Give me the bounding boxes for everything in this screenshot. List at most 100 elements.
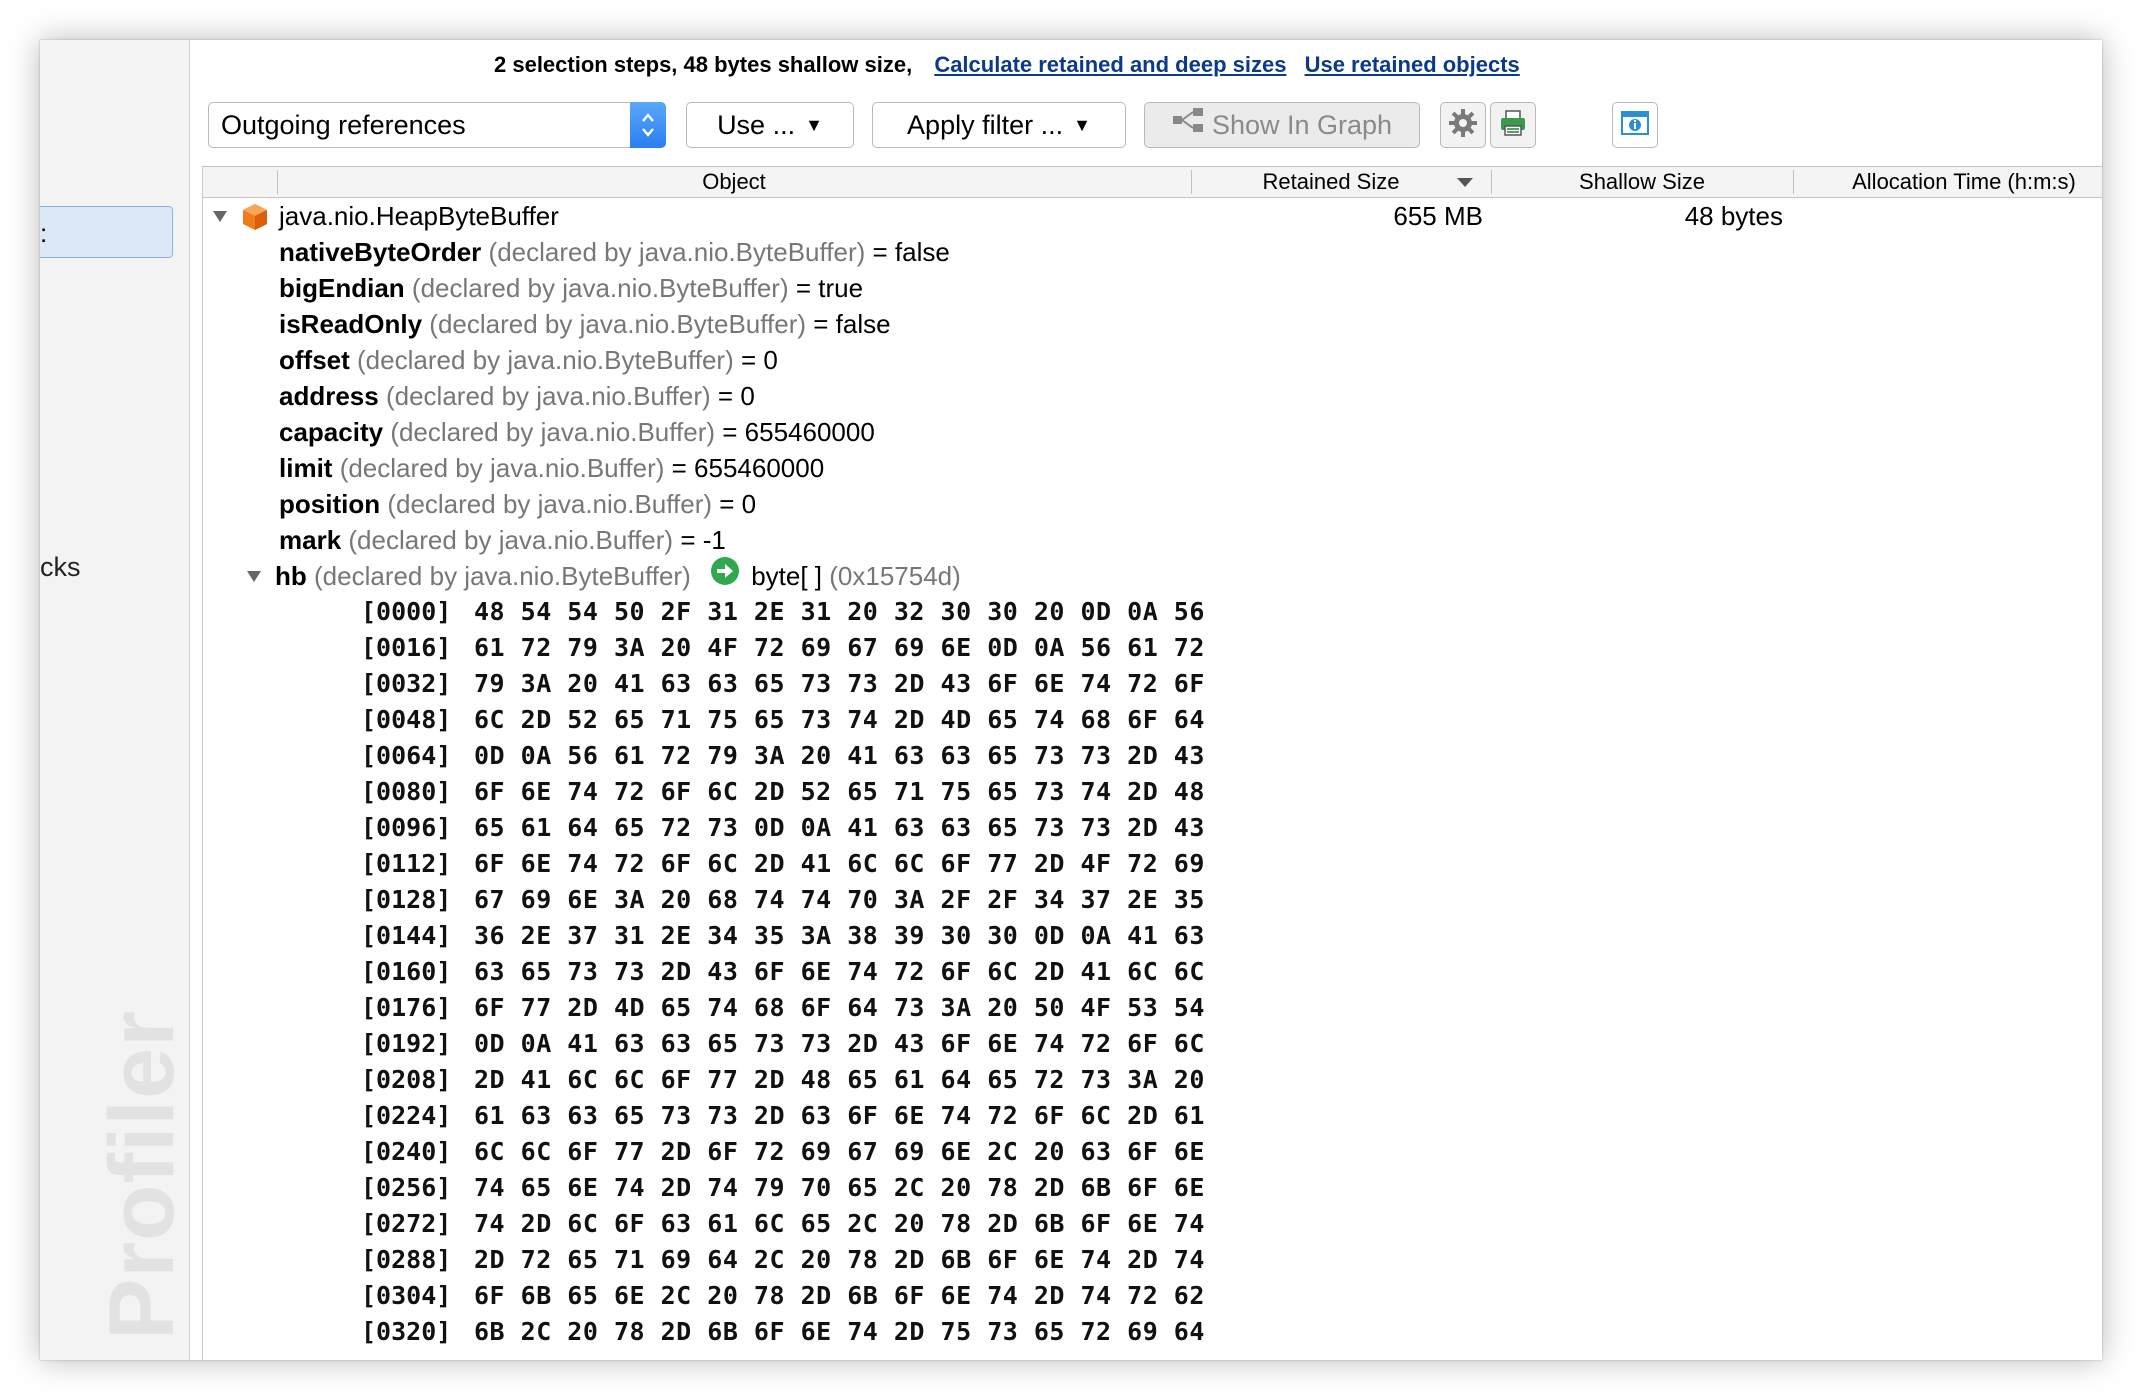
hex-bytes: 67 69 6E 3A 20 68 74 74 70 3A 2F 2F 34 3…	[474, 885, 1205, 914]
sidebar: : cks Profiler	[40, 40, 190, 1360]
hex-offset: [0304]	[361, 1281, 452, 1310]
field-value: = true	[795, 273, 864, 303]
references-table: Object Retained Size Shallow Size Alloca…	[202, 166, 2102, 1360]
hex-offset: [0208]	[361, 1065, 452, 1094]
hex-offset: [0080]	[361, 777, 452, 806]
hex-row[interactable]: [0112] 6F 6E 74 72 6F 6C 2D 41 6C 6C 6F 7…	[203, 846, 2102, 882]
hex-offset: [0144]	[361, 921, 452, 950]
hex-row[interactable]: [0192] 0D 0A 41 63 63 65 73 73 2D 43 6F 6…	[203, 1026, 2102, 1062]
hex-row[interactable]: [0224] 61 63 63 65 73 73 2D 63 6F 6E 74 7…	[203, 1098, 2102, 1134]
table-row-field[interactable]: nativeByteOrder (declared by java.nio.By…	[203, 234, 2102, 270]
sidebar-item-partial[interactable]: cks	[40, 552, 81, 583]
table-row-hb[interactable]: hb (declared by java.nio.ByteBuffer) byt…	[203, 556, 2102, 595]
hex-offset: [0320]	[361, 1317, 452, 1346]
hex-bytes: 6F 6E 74 72 6F 6C 2D 41 6C 6C 6F 77 2D 4…	[474, 849, 1205, 878]
hex-bytes: 2D 41 6C 6C 6F 77 2D 48 65 61 64 65 72 7…	[474, 1065, 1205, 1094]
chevron-down-icon: ▼	[1073, 115, 1091, 135]
hex-row[interactable]: [0032] 79 3A 20 41 63 63 65 73 73 2D 43 6…	[203, 666, 2102, 702]
export-button[interactable]	[1490, 102, 1536, 148]
column-shallow-size[interactable]: Shallow Size	[1492, 167, 1792, 197]
hex-row[interactable]: [0272] 74 2D 6C 6F 63 61 6C 65 2C 20 78 2…	[203, 1206, 2102, 1242]
calculate-retained-link[interactable]: Calculate retained and deep sizes	[934, 52, 1286, 77]
table-row-field[interactable]: limit (declared by java.nio.Buffer) = 65…	[203, 450, 2102, 486]
field-declared-by: (declared by java.nio.Buffer)	[387, 489, 713, 519]
hex-bytes: 0D 0A 56 61 72 79 3A 20 41 63 63 65 73 7…	[474, 741, 1205, 770]
hex-bytes: 74 65 6E 74 2D 74 79 70 65 2C 20 78 2D 6…	[474, 1173, 1205, 1202]
hex-row[interactable]: [0160] 63 65 73 73 2D 43 6F 6E 74 72 6F 6…	[203, 954, 2102, 990]
hex-offset: [0160]	[361, 957, 452, 986]
hex-offset: [0224]	[361, 1101, 452, 1130]
table-row-field[interactable]: position (declared by java.nio.Buffer) =…	[203, 486, 2102, 522]
hex-offset: [0128]	[361, 885, 452, 914]
field-name: offset	[279, 345, 350, 375]
hex-offset: [0256]	[361, 1173, 452, 1202]
apply-filter-button[interactable]: Apply filter ... ▼	[872, 102, 1126, 148]
reference-arrow-icon	[710, 556, 740, 595]
hex-offset: [0112]	[361, 849, 452, 878]
hex-dump: [0000] 48 54 54 50 2F 31 2E 31 20 32 30 3…	[203, 594, 2102, 1350]
use-button[interactable]: Use ... ▼	[686, 102, 854, 148]
hex-bytes: 61 72 79 3A 20 4F 72 69 67 69 6E 0D 0A 5…	[474, 633, 1205, 662]
field-name: mark	[279, 525, 342, 555]
sidebar-selected-item[interactable]: :	[40, 206, 173, 258]
hex-row[interactable]: [0064] 0D 0A 56 61 72 79 3A 20 41 63 63 6…	[203, 738, 2102, 774]
hex-row[interactable]: [0256] 74 65 6E 74 2D 74 79 70 65 2C 20 7…	[203, 1170, 2102, 1206]
table-row-field[interactable]: offset (declared by java.nio.ByteBuffer)…	[203, 342, 2102, 378]
hex-offset: [0000]	[361, 597, 452, 626]
hex-row[interactable]: [0048] 6C 2D 52 65 71 75 65 73 74 2D 4D 6…	[203, 702, 2102, 738]
hex-row[interactable]: [0240] 6C 6C 6F 77 2D 6F 72 69 67 69 6E 2…	[203, 1134, 2102, 1170]
field-name: isReadOnly	[279, 309, 423, 339]
hex-offset: [0176]	[361, 993, 452, 1022]
info-button[interactable]	[1612, 102, 1658, 148]
use-retained-objects-link[interactable]: Use retained objects	[1305, 52, 1520, 77]
hex-bytes: 6F 77 2D 4D 65 74 68 6F 64 73 3A 20 50 4…	[474, 993, 1205, 1022]
hex-row[interactable]: [0288] 2D 72 65 71 69 64 2C 20 78 2D 6B 6…	[203, 1242, 2102, 1278]
table-row-field[interactable]: capacity (declared by java.nio.Buffer) =…	[203, 414, 2102, 450]
table-row-field[interactable]: isReadOnly (declared by java.nio.ByteBuf…	[203, 306, 2102, 342]
field-declared-by: (declared by java.nio.ByteBuffer)	[411, 273, 789, 303]
chevron-down-icon: ▼	[805, 115, 823, 135]
hex-bytes: 2D 72 65 71 69 64 2C 20 78 2D 6B 6F 6E 7…	[474, 1245, 1205, 1274]
select-arrows-icon	[630, 102, 666, 148]
table-row-root[interactable]: java.nio.HeapByteBuffer 655 MB 48 bytes …	[203, 198, 2102, 234]
field-name: address	[279, 381, 379, 411]
hex-row[interactable]: [0144] 36 2E 37 31 2E 34 35 3A 38 39 30 3…	[203, 918, 2102, 954]
settings-button[interactable]	[1440, 102, 1486, 148]
table-row-field[interactable]: bigEndian (declared by java.nio.ByteBuff…	[203, 270, 2102, 306]
table-row-field[interactable]: address (declared by java.nio.Buffer) = …	[203, 378, 2102, 414]
column-allocation-time[interactable]: Allocation Time (h:m:s)	[1794, 167, 2102, 197]
hex-offset: [0016]	[361, 633, 452, 662]
field-declared-by: (declared by java.nio.Buffer)	[339, 453, 665, 483]
hb-address: (0x15754d)	[829, 561, 961, 591]
field-list: nativeByteOrder (declared by java.nio.By…	[203, 234, 2102, 558]
field-declared-by: (declared by java.nio.ByteBuffer)	[429, 309, 807, 339]
hex-row[interactable]: [0320] 6B 2C 20 78 2D 6B 6F 6E 74 2D 75 7…	[203, 1314, 2102, 1350]
column-object[interactable]: Object	[278, 167, 1190, 197]
hex-row[interactable]: [0096] 65 61 64 65 72 73 0D 0A 41 63 63 6…	[203, 810, 2102, 846]
hex-row[interactable]: [0016] 61 72 79 3A 20 4F 72 69 67 69 6E 0…	[203, 630, 2102, 666]
use-button-label: Use ...	[717, 110, 796, 140]
gear-icon	[1447, 107, 1479, 144]
hex-row[interactable]: [0128] 67 69 6E 3A 20 68 74 74 70 3A 2F 2…	[203, 882, 2102, 918]
selection-info-text: 2 selection steps, 48 bytes shallow size…	[494, 52, 913, 77]
hex-bytes: 0D 0A 41 63 63 65 73 73 2D 43 6F 6E 74 7…	[474, 1029, 1205, 1058]
hex-row[interactable]: [0176] 6F 77 2D 4D 65 74 68 6F 64 73 3A 2…	[203, 990, 2102, 1026]
hex-bytes: 6B 2C 20 78 2D 6B 6F 6E 74 2D 75 73 65 7…	[474, 1317, 1205, 1346]
column-retained-size[interactable]: Retained Size	[1192, 167, 1490, 197]
root-allocation-time: r	[1793, 198, 2102, 234]
hb-declared-by: (declared by java.nio.ByteBuffer)	[314, 561, 691, 591]
root-retained-size: 655 MB	[1393, 201, 1483, 231]
hex-offset: [0064]	[361, 741, 452, 770]
show-in-graph-button[interactable]: Show In Graph	[1144, 102, 1420, 148]
table-row-field[interactable]: mark (declared by java.nio.Buffer) = -1	[203, 522, 2102, 558]
hex-row[interactable]: [0208] 2D 41 6C 6C 6F 77 2D 48 65 61 64 6…	[203, 1062, 2102, 1098]
hex-bytes: 6C 2D 52 65 71 75 65 73 74 2D 4D 65 74 6…	[474, 705, 1205, 734]
field-declared-by: (declared by java.nio.ByteBuffer)	[357, 345, 734, 375]
hex-row[interactable]: [0304] 6F 6B 65 6E 2C 20 78 2D 6B 6F 6E 7…	[203, 1278, 2102, 1314]
hex-row[interactable]: [0000] 48 54 54 50 2F 31 2E 31 20 32 30 3…	[203, 594, 2102, 630]
hex-row[interactable]: [0080] 6F 6E 74 72 6F 6C 2D 52 65 71 75 6…	[203, 774, 2102, 810]
apply-filter-label: Apply filter ...	[907, 110, 1064, 140]
field-declared-by: (declared by java.nio.Buffer)	[348, 525, 674, 555]
hb-field-name: hb	[275, 561, 307, 591]
view-select[interactable]: Outgoing references	[208, 102, 666, 148]
